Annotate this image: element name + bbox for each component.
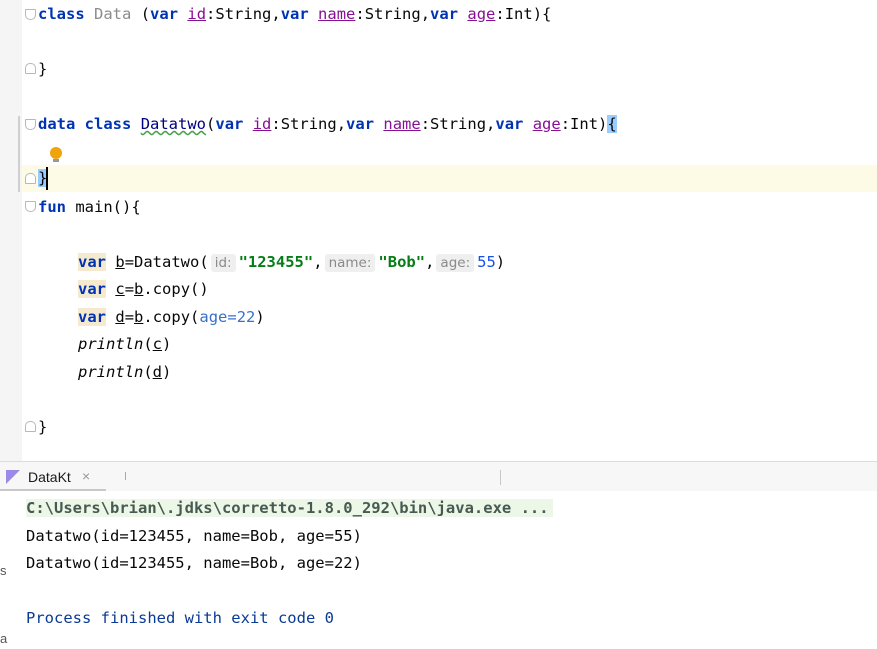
call: .copy() <box>143 280 209 298</box>
code-line-var-c[interactable]: var c=b.copy() <box>78 276 209 303</box>
string-literal: "123455" <box>238 253 314 271</box>
class-name: Data <box>94 5 132 23</box>
text-caret <box>46 167 48 190</box>
type: :String, <box>271 115 347 133</box>
operator: = <box>124 280 135 298</box>
matched-brace: { <box>607 115 617 133</box>
variable-ref: b <box>134 308 144 326</box>
lightbulb-icon[interactable] <box>50 147 62 162</box>
code-line-var-d[interactable]: var d=b.copy(age=22) <box>78 304 265 331</box>
type: :String, <box>206 5 281 23</box>
property-age: age <box>467 5 496 23</box>
property-id: id <box>252 115 272 133</box>
property-id: id <box>187 5 207 23</box>
variable: c <box>115 280 125 298</box>
call: .copy( <box>143 308 200 326</box>
type: :Int){ <box>495 5 552 23</box>
function-call: println <box>78 363 144 381</box>
number-literal: 55 <box>477 253 496 271</box>
paren: ( <box>143 363 153 381</box>
fold-icon[interactable] <box>25 9 36 20</box>
keyword: fun <box>38 198 66 216</box>
keyword: class <box>38 5 85 23</box>
paren: ( <box>143 335 153 353</box>
parameter-hint: age: <box>436 254 475 272</box>
variable: d <box>115 308 125 326</box>
brace: } <box>38 418 48 436</box>
code-line-fun-main[interactable]: fun main(){ <box>38 194 141 221</box>
fold-icon[interactable] <box>25 201 36 212</box>
named-argument: age=22 <box>199 308 256 326</box>
fold-icon[interactable] <box>25 119 36 130</box>
function-call: println <box>78 335 144 353</box>
code-line-close-brace[interactable]: } <box>38 414 47 441</box>
keyword: var <box>78 253 106 271</box>
side-toolbar-glyph[interactable]: a <box>0 631 7 646</box>
paren: ) <box>255 308 265 326</box>
keyword: var <box>150 5 179 23</box>
run-console[interactable]: C:\Users\brian\.jdks\corretto-1.8.0_292\… <box>0 491 877 649</box>
paren: ( <box>140 5 151 23</box>
divider <box>500 470 501 485</box>
keyword: var <box>346 115 375 133</box>
console-command-line[interactable]: C:\Users\brian\.jdks\corretto-1.8.0_292\… <box>26 495 553 522</box>
caret-line-highlight <box>22 165 877 192</box>
code-editor[interactable]: class Data (var id:String,var name:Strin… <box>0 0 877 461</box>
tab-marker <box>125 472 126 480</box>
keyword: var <box>78 308 106 326</box>
code-line-println-d[interactable]: println(d) <box>78 359 171 386</box>
fold-icon[interactable] <box>25 421 36 432</box>
function-signature: main(){ <box>75 198 141 216</box>
code-line-close-brace[interactable]: } <box>38 56 47 83</box>
console-output-line: Datatwo(id=123455, name=Bob, age=55) <box>26 527 362 545</box>
type: :String, <box>355 5 431 23</box>
run-tab-datakt[interactable]: DataKt × <box>0 462 106 492</box>
code-line-println-c[interactable]: println(c) <box>78 331 171 358</box>
keyword: var <box>280 5 309 23</box>
paren: ) <box>495 253 506 271</box>
keyword: data <box>38 115 76 133</box>
tab-label: DataKt <box>28 469 71 485</box>
variable-ref: d <box>152 363 163 381</box>
close-icon[interactable]: × <box>82 468 90 484</box>
paren: ( <box>206 115 216 133</box>
kotlin-icon <box>6 470 20 484</box>
operator: = <box>124 308 135 326</box>
keyword: class <box>84 115 132 133</box>
keyword: var <box>215 115 244 133</box>
property-name: name <box>318 5 356 23</box>
run-tool-window-tabs: DataKt × <box>0 461 877 493</box>
code-line-class-data[interactable]: class Data (var id:String,var name:Strin… <box>38 1 551 28</box>
code-line-var-b[interactable]: var b=Datatwo(id: "123455", name: "Bob", age… <box>78 249 505 276</box>
console-command: C:\Users\brian\.jdks\corretto-1.8.0_292\… <box>26 499 553 517</box>
parameter-hint: id: <box>210 254 236 272</box>
variable: b <box>115 253 125 271</box>
property-age: age <box>532 115 561 133</box>
console-output-line: Datatwo(id=123455, name=Bob, age=22) <box>26 554 362 572</box>
variable-ref: c <box>152 335 163 353</box>
console-exit-message: Process finished with exit code 0 <box>26 609 334 627</box>
fold-icon[interactable] <box>25 173 36 184</box>
editor-gutter <box>0 0 22 461</box>
side-toolbar-glyph[interactable]: s <box>0 563 7 578</box>
variable-ref: b <box>134 280 144 298</box>
keyword: var <box>495 115 524 133</box>
string-literal: "Bob" <box>378 253 426 271</box>
brace: } <box>38 60 48 78</box>
class-name: Datatwo <box>140 115 207 133</box>
call: =Datatwo( <box>124 253 209 271</box>
fold-icon[interactable] <box>25 63 36 74</box>
paren: ) <box>162 335 172 353</box>
code-line-data-class[interactable]: data class Datatwo(var id:String,var nam… <box>38 111 617 138</box>
change-marker <box>18 116 20 192</box>
property-name: name <box>383 115 421 133</box>
paren: ) <box>162 363 172 381</box>
type: :String, <box>420 115 496 133</box>
keyword: var <box>430 5 459 23</box>
keyword: var <box>78 280 106 298</box>
type: :Int) <box>560 115 608 133</box>
comma: , <box>425 253 435 271</box>
comma: , <box>313 253 323 271</box>
parameter-hint: name: <box>324 254 376 272</box>
